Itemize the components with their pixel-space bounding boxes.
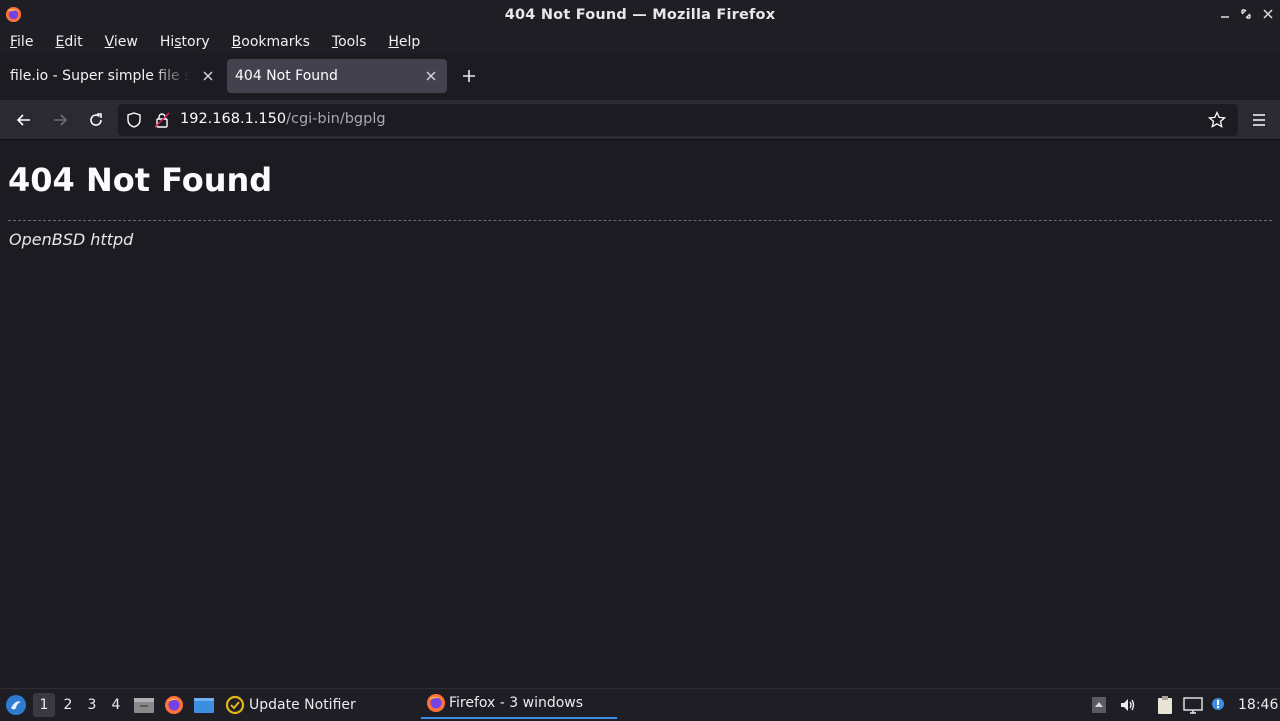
reload-button[interactable] bbox=[83, 108, 109, 132]
task-firefox[interactable]: Firefox - 3 windows bbox=[421, 689, 617, 719]
tab-title: file.io - Super simple file sharing bbox=[10, 68, 190, 84]
clock[interactable]: 18:46 bbox=[1238, 689, 1278, 721]
folder-icon bbox=[134, 698, 154, 713]
restore-icon bbox=[1241, 9, 1251, 19]
workspace-1[interactable]: 1 bbox=[33, 693, 55, 717]
menu-bar: File Edit View History Bookmarks Tools H… bbox=[0, 29, 1280, 54]
chevron-up-icon bbox=[1092, 697, 1106, 713]
arrow-left-icon bbox=[16, 114, 30, 126]
start-menu-button[interactable] bbox=[5, 689, 27, 721]
forward-button[interactable] bbox=[47, 108, 73, 132]
minimize-icon bbox=[1221, 16, 1229, 18]
window-title: 404 Not Found — Mozilla Firefox bbox=[504, 6, 776, 23]
url-text[interactable]: 192.168.1.150/cgi-bin/bgplg bbox=[180, 111, 386, 127]
workspace-2[interactable]: 2 bbox=[57, 689, 79, 721]
volume-button[interactable] bbox=[1119, 689, 1137, 721]
menu-history[interactable]: History bbox=[160, 32, 210, 52]
close-tab-button[interactable] bbox=[200, 68, 216, 84]
show-desktop-launcher[interactable] bbox=[193, 689, 215, 721]
desktop-icon bbox=[194, 698, 214, 713]
menu-bookmarks[interactable]: Bookmarks bbox=[232, 32, 310, 52]
tray-expand-button[interactable] bbox=[1091, 689, 1107, 721]
lock-icon[interactable] bbox=[154, 112, 170, 128]
divider bbox=[8, 220, 1272, 221]
new-tab-button[interactable] bbox=[459, 66, 479, 86]
close-icon bbox=[1263, 9, 1273, 19]
menu-view[interactable]: View bbox=[105, 32, 138, 52]
speaker-icon bbox=[1121, 699, 1135, 711]
navigation-toolbar: 192.168.1.150/cgi-bin/bgplg bbox=[0, 100, 1280, 140]
menu-file[interactable]: File bbox=[10, 32, 33, 52]
menu-edit[interactable]: Edit bbox=[55, 32, 82, 52]
menu-tools[interactable]: Tools bbox=[332, 32, 367, 52]
firefox-launcher[interactable] bbox=[163, 689, 185, 721]
back-button[interactable] bbox=[11, 108, 37, 132]
info-icon bbox=[1212, 698, 1224, 710]
task-update-notifier[interactable]: Update Notifier bbox=[225, 689, 356, 721]
app-menu-button[interactable] bbox=[1246, 108, 1272, 132]
linux-logo-icon bbox=[6, 695, 26, 715]
window-titlebar: 404 Not Found — Mozilla Firefox bbox=[0, 0, 1280, 29]
tab-strip: file.io - Super simple file sharing 404 … bbox=[0, 54, 1280, 100]
clipboard-icon bbox=[1158, 696, 1172, 714]
server-signature: OpenBSD httpd bbox=[9, 230, 134, 249]
task-label: Update Notifier bbox=[249, 697, 356, 713]
close-icon bbox=[426, 71, 436, 81]
page-heading: 404 Not Found bbox=[8, 161, 273, 199]
taskbar: 1 2 3 4 Update Notifier Firefox - 3 wind… bbox=[0, 688, 1280, 720]
maximize-button[interactable] bbox=[1237, 5, 1255, 23]
network-button[interactable] bbox=[1183, 689, 1203, 721]
clipboard-button[interactable] bbox=[1155, 689, 1175, 721]
minimize-button[interactable] bbox=[1216, 5, 1234, 23]
close-tab-button[interactable] bbox=[423, 68, 439, 84]
address-bar[interactable]: 192.168.1.150/cgi-bin/bgplg bbox=[118, 104, 1238, 136]
plus-icon bbox=[463, 70, 475, 82]
menu-help[interactable]: Help bbox=[388, 32, 420, 52]
close-window-button[interactable] bbox=[1259, 5, 1277, 23]
tab-404-not-found[interactable]: 404 Not Found bbox=[227, 59, 447, 93]
notification-button[interactable] bbox=[1209, 689, 1227, 721]
star-icon[interactable] bbox=[1208, 111, 1226, 129]
close-icon bbox=[203, 71, 213, 81]
update-notifier-icon bbox=[225, 695, 245, 715]
network-icon bbox=[1183, 697, 1203, 714]
arrow-right-icon bbox=[54, 114, 68, 126]
page-content: 404 Not Found OpenBSD httpd bbox=[0, 141, 1280, 688]
firefox-icon bbox=[427, 694, 445, 712]
tab-file-io[interactable]: file.io - Super simple file sharing bbox=[0, 59, 224, 93]
firefox-icon bbox=[165, 696, 183, 714]
workspace-4[interactable]: 4 bbox=[105, 689, 127, 721]
task-label: Firefox - 3 windows bbox=[449, 695, 584, 711]
file-manager-launcher[interactable] bbox=[133, 689, 155, 721]
tab-title: 404 Not Found bbox=[235, 68, 338, 84]
shield-icon[interactable] bbox=[126, 112, 142, 128]
reload-icon bbox=[90, 113, 102, 126]
hamburger-menu-icon bbox=[1253, 114, 1265, 126]
workspace-3[interactable]: 3 bbox=[81, 689, 103, 721]
firefox-icon bbox=[5, 6, 22, 23]
